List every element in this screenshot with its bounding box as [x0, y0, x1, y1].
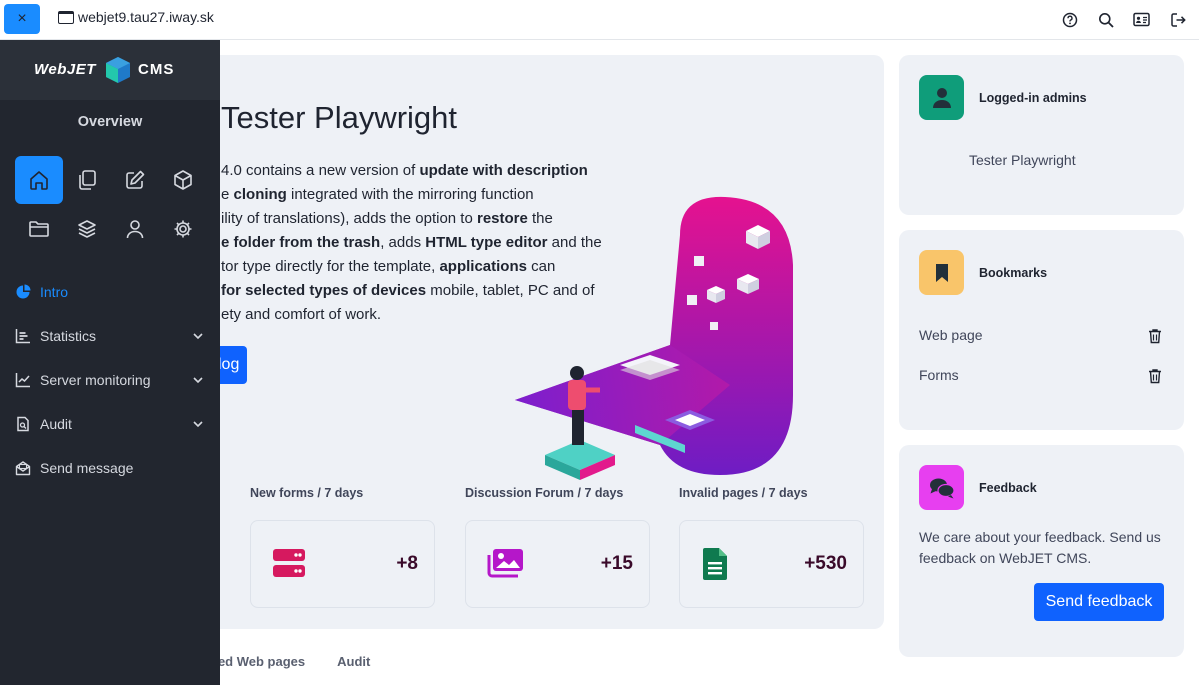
stat-label-forms: New forms / 7 days: [250, 486, 364, 500]
description-text: e: [221, 186, 234, 203]
svg-text:WebJET: WebJET: [34, 61, 97, 78]
sidebar-item-audit[interactable]: Audit: [0, 402, 220, 446]
sidebar-item-server-monitoring[interactable]: Server monitoring: [0, 358, 220, 402]
chevron-down-icon: [192, 417, 204, 433]
images-icon: [486, 547, 526, 584]
sidebar-item-label: Server monitoring: [40, 372, 151, 388]
webjet-logo[interactable]: WebJET CMS: [0, 40, 220, 100]
bookmarks-title: Bookmarks: [979, 266, 1048, 280]
app-switcher: [15, 156, 205, 253]
contact-card-icon[interactable]: [1132, 10, 1151, 29]
close-icon: ×: [17, 10, 27, 27]
spreadsheet-icon: [700, 547, 730, 586]
bookmark-forms[interactable]: Forms: [919, 367, 959, 383]
description-text: ility of translations), adds the option …: [221, 210, 477, 227]
user-icon: [919, 75, 964, 120]
chat-bubbles-icon: [919, 465, 964, 510]
blog-button-label: log: [218, 356, 240, 373]
stat-value-forms: +8: [396, 553, 418, 574]
description-text: tor type directly for the template,: [221, 258, 440, 275]
tab-changed-web-pages[interactable]: ged Web pages: [210, 654, 305, 669]
description-text: 4.0 contains a new version of: [221, 162, 420, 179]
top-bar: × webjet9.tau27.iway.sk: [0, 0, 1199, 40]
stat-value-forum: +15: [600, 553, 633, 574]
help-icon[interactable]: [1060, 10, 1079, 29]
logged-in-admins-title: Logged-in admins: [979, 91, 1087, 105]
welcome-panel: Tester Playwright 4.0 contains a new ver…: [190, 55, 884, 629]
stat-label-invalid: Invalid pages / 7 days: [679, 486, 808, 500]
logout-icon[interactable]: [1168, 10, 1187, 29]
sidebar-item-label: Intro: [40, 284, 69, 300]
browser-window-icon: [58, 10, 74, 24]
emphasis-text: e folder from the trash: [221, 234, 381, 251]
bookmark-web-page[interactable]: Web page: [919, 327, 983, 343]
stat-value-invalid: +530: [804, 553, 847, 574]
user-icon[interactable]: [111, 205, 159, 253]
sidebar-item-intro[interactable]: Intro: [0, 270, 220, 314]
close-button[interactable]: ×: [4, 4, 40, 34]
bookmark-icon: [919, 250, 964, 295]
tab-audit[interactable]: Audit: [337, 654, 370, 669]
sidebar-menu: Intro Statistics Server monitoring Audit…: [0, 270, 220, 490]
logged-in-user: Tester Playwright: [969, 152, 1076, 168]
document-search-icon: [14, 415, 32, 433]
feedback-title: Feedback: [979, 481, 1037, 495]
description-text: integrated with the mirroring function: [286, 186, 534, 203]
stat-label-forum: Discussion Forum / 7 days: [465, 486, 624, 500]
chevron-down-icon: [192, 329, 204, 345]
stat-card-forms[interactable]: +8: [250, 520, 435, 608]
description-text: , adds: [380, 234, 426, 251]
server-icon: [271, 547, 307, 584]
stat-card-invalid[interactable]: +530: [679, 520, 864, 608]
pages-icon[interactable]: [63, 156, 111, 204]
envelope-icon: [14, 459, 32, 477]
dashboard-tabs: ged Web pages Audit: [210, 654, 370, 669]
search-icon[interactable]: [1096, 10, 1115, 29]
sidebar-item-label: Audit: [40, 416, 72, 432]
emphasis-text: for selected types of devices: [221, 282, 427, 299]
folder-icon[interactable]: [15, 205, 63, 253]
cms-illustration: [515, 196, 793, 480]
url-display: webjet9.tau27.iway.sk: [58, 9, 214, 25]
gear-icon[interactable]: [159, 205, 207, 253]
layers-icon[interactable]: [63, 205, 111, 253]
feedback-text-line2: feedback on WebJET CMS.: [919, 550, 1092, 566]
description-text: ety and comfort of work.: [221, 306, 382, 323]
sidebar-item-label: Statistics: [40, 328, 97, 344]
sidebar: WebJET CMS Overview Intro Statistics Ser…: [0, 40, 220, 685]
logged-in-admins-card: Logged-in admins Tester Playwright: [899, 55, 1184, 215]
feedback-card: Feedback We care about your feedback. Se…: [899, 445, 1184, 657]
bookmarks-card: Bookmarks Web page Forms: [899, 230, 1184, 430]
sidebar-item-statistics[interactable]: Statistics: [0, 314, 220, 358]
sidebar-item-send-message[interactable]: Send message: [0, 446, 220, 490]
svg-text:CMS: CMS: [138, 61, 174, 78]
url-text: webjet9.tau27.iway.sk: [78, 9, 214, 25]
sidebar-item-label: Send message: [40, 460, 134, 476]
welcome-title: Tester Playwright: [221, 100, 458, 135]
line-chart-icon: [14, 371, 32, 389]
edit-icon[interactable]: [111, 156, 159, 204]
trash-icon[interactable]: [1148, 368, 1162, 384]
box-icon[interactable]: [159, 156, 207, 204]
bar-chart-icon: [14, 327, 32, 345]
home-icon[interactable]: [15, 156, 63, 204]
emphasis-text: cloning: [233, 186, 287, 203]
stat-card-forum[interactable]: +15: [465, 520, 650, 608]
trash-icon[interactable]: [1148, 328, 1162, 344]
chevron-down-icon: [192, 373, 204, 389]
feedback-text: We care about your feedback. Send us fee…: [919, 527, 1161, 569]
pie-chart-icon: [14, 283, 32, 301]
feedback-text-line1: We care about your feedback. Send us: [919, 529, 1161, 545]
overview-heading: Overview: [77, 114, 143, 130]
send-feedback-button[interactable]: Send feedback: [1034, 583, 1164, 621]
